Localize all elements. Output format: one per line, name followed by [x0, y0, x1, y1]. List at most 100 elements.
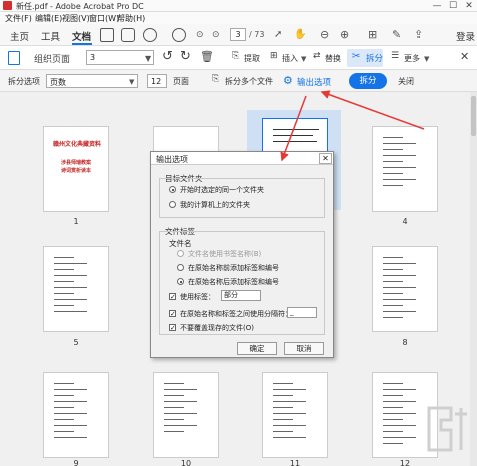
split-option-chevron-icon: ▼: [129, 78, 135, 86]
text-line: [54, 413, 87, 414]
no-overwrite-checkbox[interactable]: ✓: [169, 324, 176, 332]
organize-pages-icon: [8, 51, 20, 65]
menu-help[interactable]: 帮助(H): [117, 13, 145, 24]
text-line: [383, 305, 403, 306]
text-line: [383, 143, 416, 144]
login-button[interactable]: 登录: [456, 29, 475, 43]
page-down-icon[interactable]: ⊙: [212, 30, 220, 40]
cover-subtitle-1: 涉县师瑞教案: [60, 160, 91, 166]
page-thumbnail-11[interactable]: [262, 372, 328, 458]
page-thumbnail-8[interactable]: [372, 246, 438, 332]
page-number-1: 1: [73, 217, 79, 226]
text-line: [383, 437, 416, 438]
vertical-scrollbar[interactable]: [470, 92, 477, 466]
extract-icon: ⎘: [232, 51, 240, 61]
select-tool-icon[interactable]: ➚: [274, 29, 282, 40]
hand-tool-icon[interactable]: ✋: [294, 29, 306, 40]
text-line: [383, 257, 403, 258]
suffix-radio[interactable]: [177, 278, 184, 285]
page-thumbnail-4[interactable]: [372, 126, 438, 212]
text-line: [54, 395, 74, 396]
same-folder-label: 开始时选定的同一个文件夹: [180, 186, 264, 194]
mail-icon[interactable]: [143, 28, 157, 42]
rotate-right-icon[interactable]: ↻: [180, 49, 191, 64]
gear-icon: ⚙: [283, 74, 293, 87]
text-line: [54, 311, 87, 312]
no-overwrite-label: 不要覆盖现存的文件(O): [180, 324, 254, 332]
cancel-button[interactable]: 取消: [284, 342, 324, 355]
page-thumbnail-9[interactable]: [43, 372, 109, 458]
text-line: [54, 293, 74, 294]
my-computer-radio[interactable]: [169, 201, 176, 208]
dialog-title: 输出选项: [156, 155, 188, 164]
insert-button[interactable]: 插入: [282, 53, 298, 64]
menu-file[interactable]: 文件(F): [5, 13, 32, 24]
page-thumbnail-10[interactable]: [153, 372, 219, 458]
page-count-input[interactable]: 12: [147, 74, 167, 88]
prefix-radio[interactable]: [177, 264, 184, 271]
page-range-select[interactable]: 3 ▼: [86, 50, 154, 65]
extract-button[interactable]: 提取: [244, 53, 260, 64]
split-button[interactable]: 拆分: [349, 73, 387, 89]
page-number-5: 5: [73, 338, 79, 347]
text-line: [273, 425, 306, 426]
text-line: [54, 269, 74, 270]
text-line: [273, 383, 293, 384]
text-line: [383, 311, 416, 312]
split-option-value: 页数: [50, 78, 66, 87]
cover-title: 赣州文化典藏资料: [52, 139, 102, 148]
zoom-in-icon[interactable]: ⊕: [340, 28, 349, 41]
text-line: [54, 425, 87, 426]
rotate-left-icon[interactable]: ↺: [162, 49, 173, 64]
split-option-select[interactable]: 页数 ▼: [46, 74, 138, 88]
text-line: [54, 407, 74, 408]
chevron-down-icon: ▼: [145, 54, 152, 63]
ok-button[interactable]: 确定: [237, 342, 277, 355]
tab-document[interactable]: 文档: [72, 29, 91, 43]
text-line: [273, 407, 293, 408]
save-icon[interactable]: [100, 28, 114, 42]
split-multiple-files-link[interactable]: 拆分多个文件: [225, 76, 273, 87]
label-input[interactable]: 部分: [221, 290, 261, 301]
text-line: [273, 389, 306, 390]
page-thumbnail-1[interactable]: 赣州文化典藏资料 涉县师瑞教案 诗词赏析读本: [43, 126, 109, 212]
zoom-out-icon[interactable]: ⊖: [320, 28, 329, 41]
minimize-button[interactable]: —: [429, 0, 445, 12]
tab-home[interactable]: 主页: [10, 29, 29, 43]
output-options-link[interactable]: 输出选项: [297, 76, 331, 88]
prefix-label: 在原始名称前添加标签和编号: [188, 264, 279, 272]
maximize-button[interactable]: ☐: [445, 0, 461, 12]
page-up-icon[interactable]: ⊙: [196, 30, 204, 40]
close-split-button[interactable]: 关闭: [398, 76, 414, 87]
comment-icon[interactable]: ✎: [392, 28, 401, 41]
same-folder-radio[interactable]: [169, 186, 176, 193]
menu-edit[interactable]: 编辑(E): [35, 13, 62, 24]
use-label-checkbox[interactable]: ✓: [169, 293, 176, 301]
share-icon[interactable]: ⇪: [414, 28, 423, 41]
menu-view[interactable]: 视图(V): [62, 13, 90, 24]
dialog-close-button[interactable]: ✕: [319, 153, 332, 164]
my-computer-label: 我的计算机上的文件夹: [180, 201, 250, 209]
scrollbar-thumb[interactable]: [471, 96, 476, 136]
page-thumbnail-5[interactable]: [43, 246, 109, 332]
print-icon[interactable]: [121, 28, 135, 42]
replace-button[interactable]: 替换: [325, 53, 341, 64]
separator-checkbox[interactable]: ✓: [169, 310, 176, 318]
separator-input[interactable]: _: [287, 307, 317, 318]
fit-page-icon[interactable]: ⊞: [368, 28, 377, 41]
close-window-button[interactable]: ✕: [461, 0, 477, 12]
menu-window[interactable]: 窗口(W): [89, 13, 119, 24]
page-number-8: 8: [402, 338, 408, 347]
use-label-label: 使用标签：: [180, 293, 215, 301]
close-organize-icon[interactable]: ✕: [460, 50, 469, 63]
text-line: [383, 395, 403, 396]
organize-pages-label: 组织页面: [34, 55, 71, 65]
text-line: [383, 425, 416, 426]
tab-tools[interactable]: 工具: [41, 29, 60, 43]
text-line: [383, 293, 403, 294]
search-icon[interactable]: [172, 28, 186, 42]
page-number-input[interactable]: 3: [230, 28, 246, 41]
more-button[interactable]: 更多: [404, 53, 420, 64]
dialog-title-bar: 输出选项 ✕: [151, 152, 333, 165]
delete-icon[interactable]: 🗑: [200, 50, 214, 63]
